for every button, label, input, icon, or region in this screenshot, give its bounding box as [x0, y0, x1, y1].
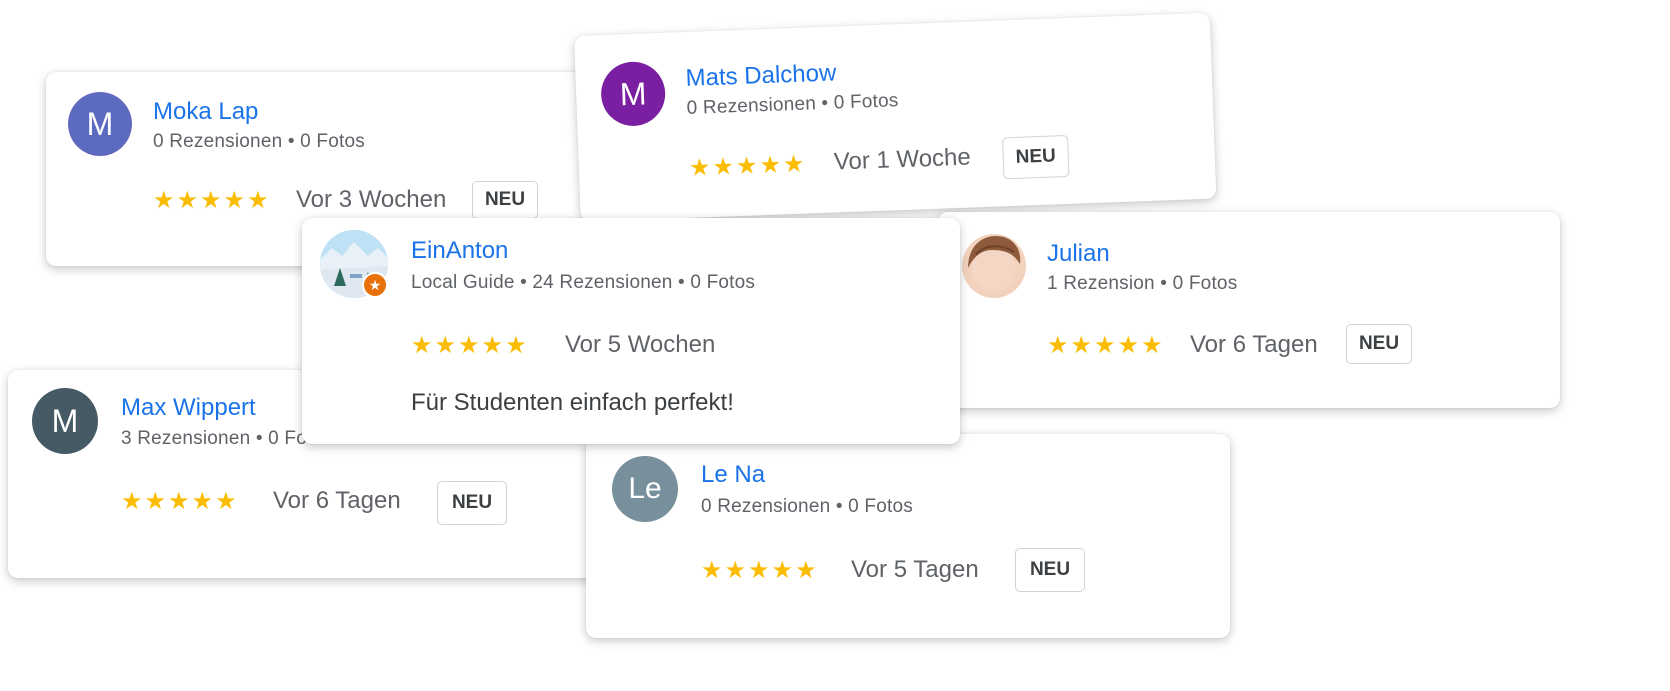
star-rating: ★★★★★	[153, 187, 271, 214]
star-rating: ★★★★★	[701, 557, 819, 584]
reviewer-name[interactable]: Julian	[1047, 240, 1110, 268]
local-guide-star-icon: ★	[362, 272, 388, 298]
review-date: Vor 3 Wochen	[296, 186, 447, 213]
avatar[interactable]: Le	[612, 456, 678, 522]
reviewer-name[interactable]: Le Na	[701, 461, 765, 489]
review-date: Vor 5 Tagen	[851, 556, 979, 583]
reviewer-name[interactable]: EinAnton	[411, 237, 508, 265]
avatar[interactable]: ★	[320, 230, 388, 298]
review-date: Vor 1 Woche	[833, 143, 972, 176]
reviewer-meta: 1 Rezension • 0 Fotos	[1047, 273, 1238, 294]
new-badge: NEU	[1346, 324, 1412, 364]
avatar[interactable]: M	[68, 92, 132, 156]
reviewer-name[interactable]: Max Wippert	[121, 394, 256, 422]
review-card-julian: Julian 1 Rezension • 0 Fotos ★★★★★ Vor 6…	[938, 212, 1560, 408]
star-rating: ★★★★★	[1047, 332, 1165, 359]
review-date: Vor 5 Wochen	[565, 331, 716, 358]
avatar[interactable]: M	[600, 60, 667, 128]
review-card-mats-dalchow: M Mats Dalchow 0 Rezensionen • 0 Fotos ★…	[574, 12, 1217, 222]
new-badge: NEU	[472, 181, 538, 219]
reviewer-meta: 0 Rezensionen • 0 Fotos	[701, 496, 913, 517]
review-card-einanton: ★ EinAnton Local Guide • 24 Rezensionen …	[302, 218, 960, 444]
new-badge: NEU	[1002, 134, 1070, 180]
profile-photo-icon	[968, 236, 1021, 292]
avatar[interactable]	[962, 234, 1026, 298]
review-card-le-na: Le Le Na 0 Rezensionen • 0 Fotos ★★★★★ V…	[586, 434, 1230, 638]
star-rating: ★★★★★	[121, 488, 239, 515]
review-date: Vor 6 Tagen	[273, 487, 401, 514]
reviewer-name[interactable]: Mats Dalchow	[685, 59, 837, 93]
avatar[interactable]: M	[32, 388, 98, 454]
new-badge: NEU	[437, 481, 507, 525]
reviewer-meta: Local Guide • 24 Rezensionen • 0 Fotos	[411, 272, 756, 293]
review-date: Vor 6 Tagen	[1190, 331, 1318, 358]
reviewer-meta: 0 Rezensionen • 0 Fotos	[686, 90, 899, 119]
reviewer-meta: 0 Rezensionen • 0 Fotos	[153, 131, 365, 152]
new-badge: NEU	[1015, 548, 1085, 592]
reviewer-name[interactable]: Moka Lap	[153, 98, 258, 126]
review-text: Für Studenten einfach perfekt!	[411, 389, 734, 416]
star-rating: ★★★★★	[688, 150, 807, 182]
star-rating: ★★★★★	[411, 332, 529, 359]
